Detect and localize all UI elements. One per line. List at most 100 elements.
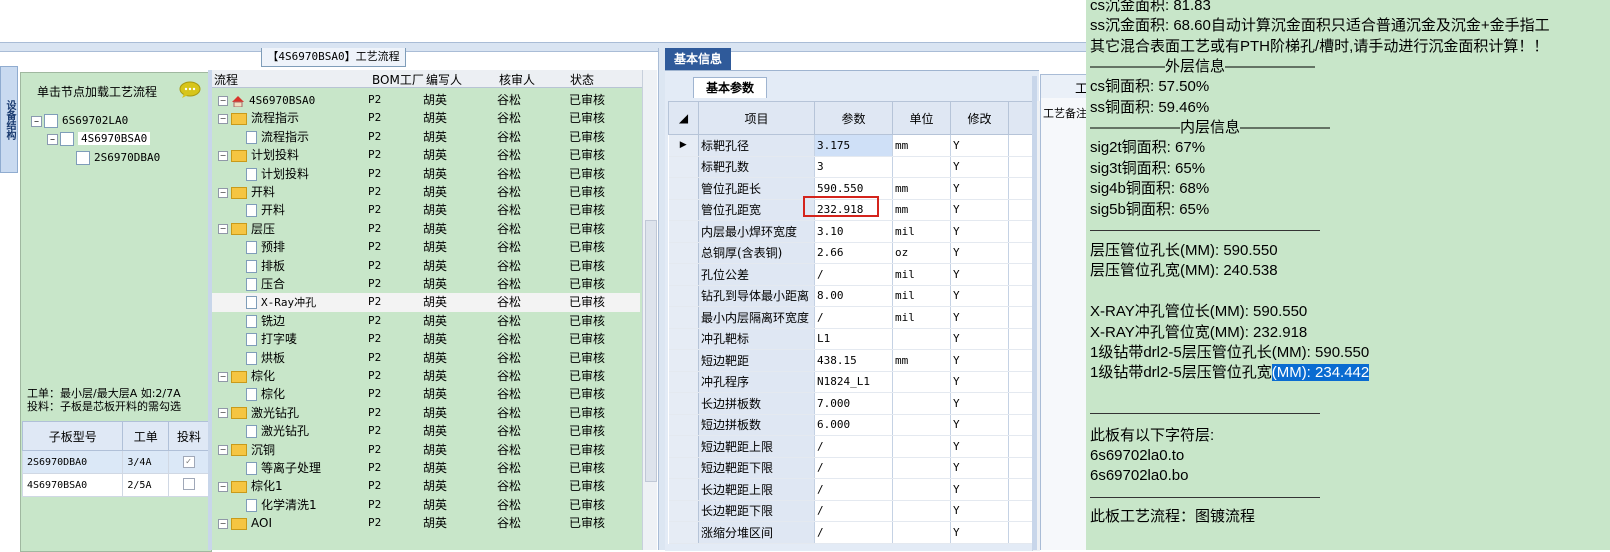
- param-row[interactable]: 总铜厚(含表铜) 2.66 oz Y: [668, 242, 1033, 264]
- param-value-cell[interactable]: 3.10: [814, 220, 893, 243]
- sub-order-cell[interactable]: 2/5A: [122, 473, 170, 497]
- param-edit-cell[interactable]: Y: [950, 414, 1009, 436]
- col-header-order[interactable]: 工单: [122, 421, 170, 451]
- row-indicator[interactable]: [668, 392, 699, 415]
- param-edit-cell[interactable]: Y: [950, 306, 1009, 329]
- param-value-cell[interactable]: 3: [814, 156, 893, 178]
- col-reviewer[interactable]: 核审人: [499, 71, 535, 88]
- row-indicator[interactable]: [668, 328, 699, 350]
- param-edit-cell[interactable]: Y: [950, 392, 1009, 415]
- row-indicator[interactable]: ▶: [668, 134, 699, 157]
- param-edit-cell[interactable]: Y: [950, 242, 1009, 264]
- param-row[interactable]: ▶ 标靶孔径 3.175 mm Y: [668, 134, 1033, 157]
- flow-row[interactable]: 计划投料 P2 胡英 谷松 已审核: [212, 165, 640, 183]
- row-indicator[interactable]: [668, 199, 699, 221]
- flow-row[interactable]: − 流程指示 P2 胡英 谷松 已审核: [212, 109, 640, 127]
- param-row[interactable]: 短边靶距下限 / Y: [668, 457, 1033, 479]
- row-indicator[interactable]: [668, 349, 699, 372]
- param-value-cell[interactable]: /: [814, 457, 893, 479]
- param-row[interactable]: 涨缩分堆区间 / Y: [668, 521, 1033, 544]
- flow-row[interactable]: 等离子处理 P2 胡英 谷松 已审核: [212, 459, 640, 477]
- sub-order-cell[interactable]: 3/4A: [122, 450, 170, 474]
- param-edit-cell[interactable]: Y: [950, 500, 1009, 522]
- sub-model-cell[interactable]: 2S6970DBA0: [21, 450, 124, 474]
- collapse-icon[interactable]: −: [218, 224, 228, 235]
- flow-scrollbar[interactable]: [642, 70, 657, 550]
- row-indicator[interactable]: [668, 263, 699, 286]
- param-edit-cell[interactable]: Y: [950, 457, 1009, 479]
- param-edit-cell[interactable]: Y: [950, 478, 1009, 501]
- param-edit-cell[interactable]: Y: [950, 328, 1009, 350]
- row-indicator[interactable]: [668, 156, 699, 178]
- table-row[interactable]: 4S6970BSA0 2/5A: [21, 473, 210, 497]
- flow-row[interactable]: − 层压 P2 胡英 谷松 已审核: [212, 220, 640, 238]
- col-value[interactable]: 参数: [814, 101, 893, 135]
- row-indicator[interactable]: [668, 435, 699, 458]
- row-indicator[interactable]: [668, 414, 699, 436]
- param-value-cell[interactable]: 7.000: [814, 392, 893, 415]
- flow-row[interactable]: − 计划投料 P2 胡英 谷松 已审核: [212, 146, 640, 164]
- flow-row[interactable]: 流程指示 P2 胡英 谷松 已审核: [212, 128, 640, 146]
- col-header-model[interactable]: 子板型号: [21, 421, 124, 451]
- param-value-cell[interactable]: 6.000: [814, 414, 893, 436]
- param-row[interactable]: 内层最小焊环宽度 3.10 mil Y: [668, 220, 1033, 243]
- sub-model-cell[interactable]: 4S6970BSA0: [21, 473, 124, 497]
- row-indicator[interactable]: [668, 285, 699, 307]
- collapse-icon[interactable]: −: [218, 445, 228, 456]
- col-header-feed[interactable]: 投料: [168, 421, 210, 451]
- param-edit-cell[interactable]: Y: [950, 263, 1009, 286]
- collapse-icon[interactable]: −: [218, 150, 228, 161]
- param-value-cell[interactable]: N1824_L1: [814, 371, 893, 393]
- row-indicator[interactable]: [668, 177, 699, 200]
- collapse-icon[interactable]: −: [218, 408, 228, 419]
- param-edit-cell[interactable]: Y: [950, 199, 1009, 221]
- col-unit[interactable]: 单位: [892, 101, 951, 135]
- row-indicator[interactable]: [668, 478, 699, 501]
- row-indicator[interactable]: [668, 242, 699, 264]
- flow-row[interactable]: X-Ray冲孔 P2 胡英 谷松 已审核: [212, 293, 640, 312]
- collapse-icon[interactable]: −: [218, 95, 228, 106]
- param-edit-cell[interactable]: Y: [950, 435, 1009, 458]
- flow-row[interactable]: 铣边 P2 胡英 谷松 已审核: [212, 312, 640, 330]
- collapse-icon[interactable]: −: [31, 115, 42, 127]
- right-splitter[interactable]: [1032, 76, 1037, 550]
- param-row[interactable]: 最小内层隔离环宽度 / mil Y: [668, 306, 1033, 329]
- param-value-cell[interactable]: /: [814, 478, 893, 501]
- row-indicator[interactable]: [668, 220, 699, 243]
- param-edit-cell[interactable]: Y: [950, 371, 1009, 393]
- tree-node[interactable]: − 4S6970BSA0: [47, 131, 151, 147]
- col-status[interactable]: 状态: [570, 71, 594, 88]
- device-structure-tab[interactable]: 设备结构: [0, 66, 18, 173]
- param-edit-cell[interactable]: Y: [950, 134, 1009, 157]
- notes-panel[interactable]: cs沉金面积: 81.83 ss沉金面积: 68.60自动计算沉金面积只适合普通…: [1086, 0, 1610, 550]
- flow-row[interactable]: − 沉铜 P2 胡英 谷松 已审核: [212, 441, 640, 459]
- collapse-icon[interactable]: −: [218, 113, 228, 124]
- param-edit-cell[interactable]: Y: [950, 156, 1009, 178]
- flow-row[interactable]: 化学清洗1 P2 胡英 谷松 已审核: [212, 496, 640, 514]
- collapse-icon[interactable]: −: [218, 518, 228, 529]
- flow-row[interactable]: 预排 P2 胡英 谷松 已审核: [212, 238, 640, 256]
- flow-row[interactable]: − AOI P2 胡英 谷松 已审核: [212, 514, 640, 532]
- flow-row[interactable]: − 棕化1 P2 胡英 谷松 已审核: [212, 477, 640, 495]
- param-value-cell[interactable]: L1: [814, 328, 893, 350]
- tree-node[interactable]: − 6S69702LA0: [31, 113, 128, 129]
- param-row[interactable]: 短边靶距 438.15 mm Y: [668, 349, 1033, 372]
- collapse-icon[interactable]: −: [218, 371, 228, 382]
- tree-node[interactable]: 2S6970DBA0: [63, 150, 160, 166]
- flow-row[interactable]: − 4S6970BSA0 P2 胡英 谷松 已审核: [212, 91, 640, 109]
- col-item[interactable]: 项目: [698, 101, 815, 135]
- param-value-cell[interactable]: 3.175: [814, 134, 893, 157]
- table-row[interactable]: 2S6970DBA0 3/4A ✓: [21, 450, 210, 474]
- flow-row[interactable]: − 棕化 P2 胡英 谷松 已审核: [212, 367, 640, 385]
- col-flow[interactable]: 流程: [214, 71, 238, 88]
- feed-checkbox[interactable]: [182, 477, 195, 490]
- row-indicator[interactable]: [668, 457, 699, 479]
- param-row[interactable]: 钻孔到导体最小距离 8.00 mil Y: [668, 285, 1033, 307]
- row-indicator[interactable]: [668, 306, 699, 329]
- flow-row[interactable]: − 开料 P2 胡英 谷松 已审核: [212, 183, 640, 201]
- flow-row[interactable]: 排板 P2 胡英 谷松 已审核: [212, 257, 640, 275]
- tab-basic-params[interactable]: 基本参数: [693, 77, 767, 98]
- row-indicator[interactable]: [668, 521, 699, 544]
- flow-scroll-thumb[interactable]: [645, 220, 657, 482]
- param-row[interactable]: 短边靶距上限 / Y: [668, 435, 1033, 458]
